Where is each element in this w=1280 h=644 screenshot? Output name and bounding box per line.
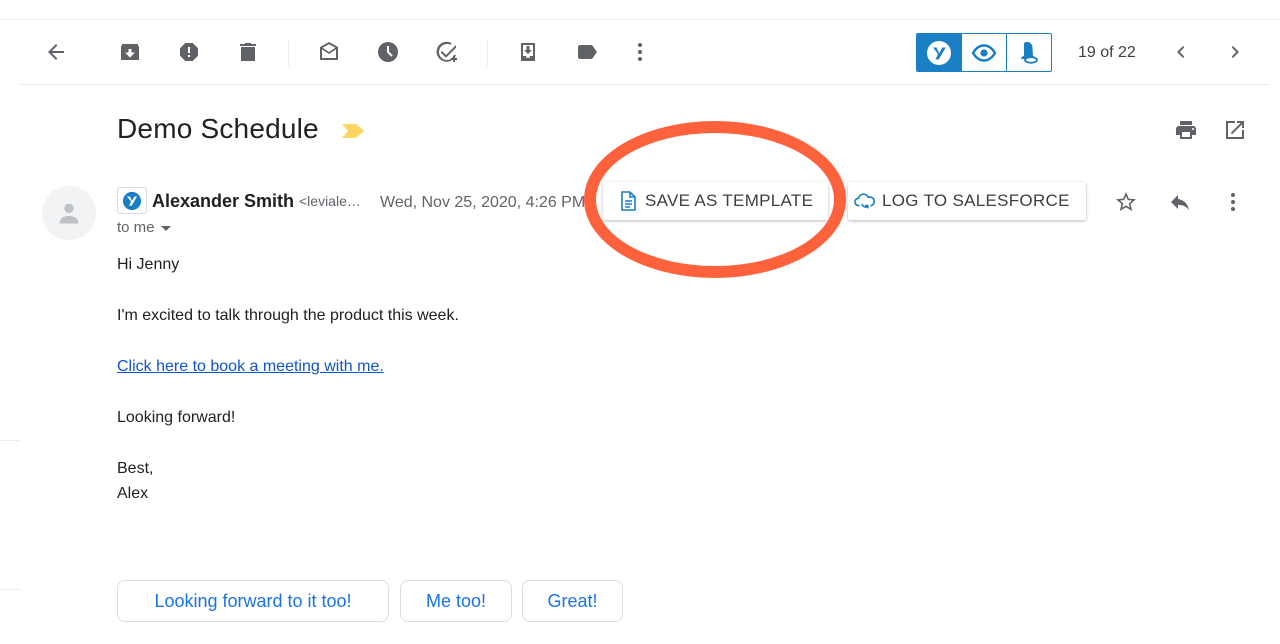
body-greeting: Hi Jenny xyxy=(117,256,180,273)
back-arrow-icon[interactable] xyxy=(42,38,70,66)
yesware-button[interactable] xyxy=(917,34,962,71)
more-vert-icon[interactable] xyxy=(626,38,654,66)
newer-button[interactable] xyxy=(1169,40,1193,64)
snooze-icon[interactable] xyxy=(374,38,402,66)
caret-down-icon xyxy=(160,226,171,231)
bell-reminder-icon xyxy=(1021,41,1038,64)
chevron-left-icon xyxy=(1177,46,1185,58)
smart-reply-chip[interactable]: Me too! xyxy=(400,580,512,622)
side-panel-edge xyxy=(0,440,20,441)
email-date: Wed, Nov 25, 2020, 4:26 PM xyxy=(380,194,586,211)
body-line: I'm excited to talk through the product … xyxy=(117,307,459,324)
toolbar-divider xyxy=(288,40,289,66)
document-icon xyxy=(621,191,636,211)
save-as-template-label: SAVE AS TEMPLATE xyxy=(645,191,814,210)
archive-icon[interactable] xyxy=(116,38,144,66)
cloud-sync-icon xyxy=(854,193,876,209)
label-icon[interactable] xyxy=(573,38,601,66)
older-button[interactable] xyxy=(1223,40,1247,64)
body-closing: Best, xyxy=(117,460,154,477)
delete-icon[interactable] xyxy=(234,38,262,66)
pager-count: 19 of 22 xyxy=(1078,44,1136,61)
person-icon xyxy=(59,203,79,224)
body-signature: Alex xyxy=(117,485,149,502)
move-to-icon[interactable] xyxy=(514,38,542,66)
side-panel-edge xyxy=(0,589,20,590)
save-as-template-button[interactable]: SAVE AS TEMPLATE xyxy=(603,182,828,220)
importance-marker-icon[interactable] xyxy=(342,124,364,138)
recipient-details-toggle[interactable]: to me xyxy=(117,219,171,236)
yesware-sender-badge xyxy=(117,187,147,214)
print-icon[interactable] xyxy=(1174,118,1200,144)
sender-name: Alexander Smith xyxy=(152,191,295,211)
smart-reply-chip[interactable]: Great! xyxy=(522,580,623,622)
yesware-logo-icon xyxy=(927,40,951,65)
reminder-button[interactable] xyxy=(1007,34,1051,71)
log-to-salesforce-button[interactable]: LOG TO SALESFORCE xyxy=(848,182,1086,220)
sender-avatar[interactable] xyxy=(42,186,96,240)
smart-reply-chip[interactable]: Looking forward to it too! xyxy=(117,580,389,622)
mark-unread-icon[interactable] xyxy=(315,38,343,66)
body-line: Looking forward! xyxy=(117,409,236,426)
email-toolbar: 19 of 22 xyxy=(0,20,1280,84)
add-task-icon[interactable] xyxy=(433,38,461,66)
star-icon[interactable] xyxy=(1114,190,1140,216)
booking-link[interactable]: Click here to book a meeting with me. xyxy=(117,358,384,376)
more-vert-icon[interactable] xyxy=(1221,190,1247,216)
toolbar-divider xyxy=(487,40,488,66)
recipient-label: to me xyxy=(117,219,155,236)
log-to-salesforce-label: LOG TO SALESFORCE xyxy=(882,191,1070,210)
yesware-logo-icon xyxy=(122,191,142,210)
chevron-right-icon xyxy=(1231,46,1239,58)
extension-button-group xyxy=(916,33,1052,72)
reply-icon[interactable] xyxy=(1168,190,1194,216)
toolbar-divider-line xyxy=(20,84,1270,85)
report-spam-icon[interactable] xyxy=(175,38,203,66)
email-subject: Demo Schedule xyxy=(117,113,319,144)
sender-email: <leviale… xyxy=(299,193,361,209)
open-in-new-window-icon[interactable] xyxy=(1223,118,1249,144)
eye-tracking-button[interactable] xyxy=(962,34,1007,71)
eye-tracking-icon xyxy=(971,43,997,62)
